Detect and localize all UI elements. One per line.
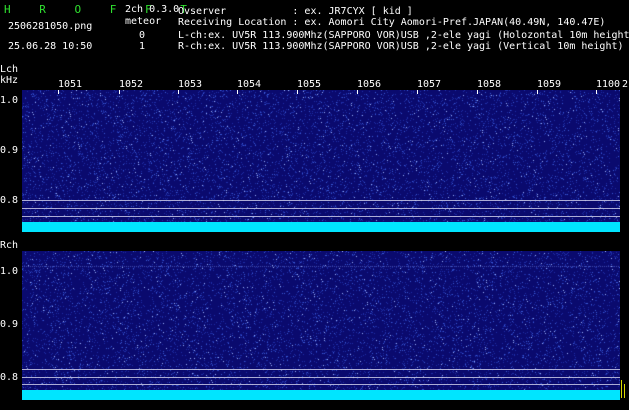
rch-config-line: R-ch:ex. UV5R 113.900Mhz(SAPPORO VOR)USB… <box>178 41 624 52</box>
time-tick-mark <box>237 90 238 94</box>
time-tick-mark <box>477 90 478 94</box>
khz-unit-label: kHz <box>0 75 19 86</box>
time-tick: 1057 <box>417 79 442 90</box>
meteor-count-lch: 0 <box>139 30 146 41</box>
rch-y-tick: 0.8 <box>0 372 19 383</box>
time-tick: 1056 <box>357 79 382 90</box>
time-tick: 1053 <box>178 79 203 90</box>
time-tick-mark <box>58 90 59 94</box>
lch-y-tick: 0.9 <box>0 145 19 156</box>
rch-y-tick: 1.0 <box>0 266 19 277</box>
lch-y-tick: 1.0 <box>0 95 19 106</box>
rch-spectrogram <box>22 251 620 400</box>
lch-spectrogram <box>22 90 620 232</box>
time-tick: 1051 <box>58 79 83 90</box>
time-tick: 1059 <box>537 79 562 90</box>
rch-channel-label: Rch <box>0 240 19 251</box>
meteor-echo-marker <box>621 380 622 398</box>
meteor-count-rch: 1 <box>139 41 146 52</box>
meteor-echo-marker <box>624 384 625 398</box>
time-tick-mark <box>178 90 179 94</box>
observer-line: Ovserver : ex. JR7CYX [ kid ] <box>178 6 413 17</box>
lch-channel-label: Lch <box>0 64 19 75</box>
time-tick: 1054 <box>237 79 262 90</box>
time-tick: 1052 <box>119 79 144 90</box>
time-tick-mark <box>417 90 418 94</box>
time-tick-mark <box>537 90 538 94</box>
time-tick-mark <box>297 90 298 94</box>
time-tick: 1058 <box>477 79 502 90</box>
rch-y-tick: 0.9 <box>0 319 19 330</box>
time-tick-mark <box>596 90 597 94</box>
time-tick: 2 <box>622 79 629 90</box>
lch-config-line: L-ch:ex. UV5R 113.900Mhz(SAPPORO VOR)USB… <box>178 30 629 41</box>
lch-y-tick: 0.8 <box>0 195 19 206</box>
time-tick-mark <box>119 90 120 94</box>
time-tick: 1100 <box>596 79 621 90</box>
datetime: 25.06.28 10:50 <box>8 41 93 52</box>
mode-label: 2ch 0.3.0 <box>125 4 180 15</box>
time-tick-mark <box>357 90 358 94</box>
meteor-label: meteor <box>125 16 162 27</box>
file-name: 2506281050.png <box>8 21 93 32</box>
time-tick: 1055 <box>297 79 322 90</box>
location-line: Receiving Location : ex. Aomori City Aom… <box>178 17 606 28</box>
